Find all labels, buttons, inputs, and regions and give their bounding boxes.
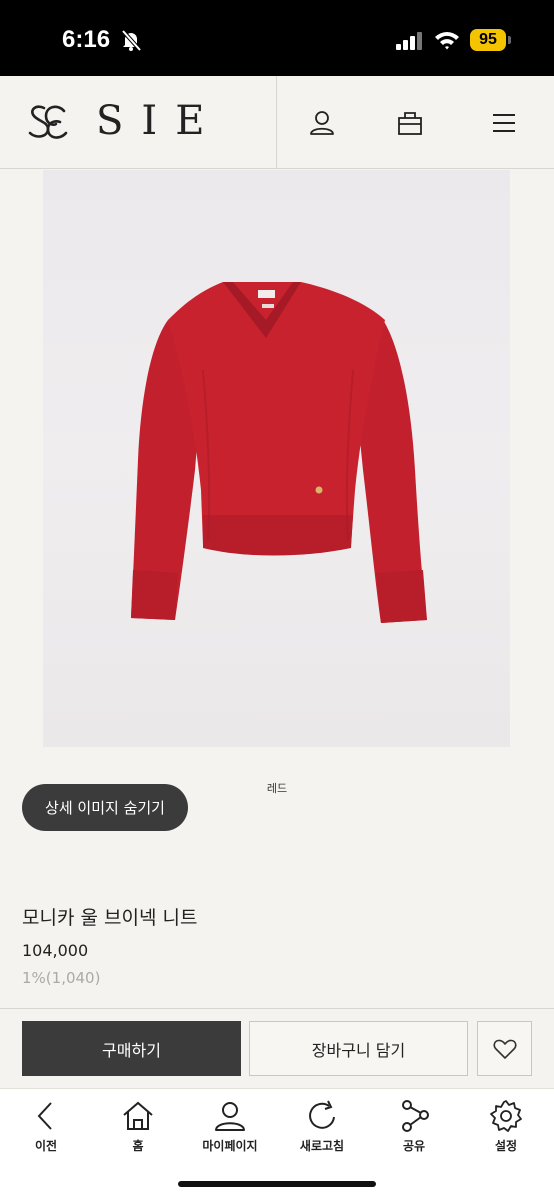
- status-bar: 6:16 95: [0, 0, 554, 76]
- refresh-icon: [309, 1100, 335, 1129]
- menu-icon[interactable]: [491, 110, 517, 136]
- bag-icon[interactable]: [397, 110, 423, 136]
- nav-label: 공유: [402, 1139, 426, 1153]
- nav-item-settings[interactable]: 설정: [460, 1099, 552, 1154]
- product-image[interactable]: [43, 170, 510, 747]
- nav-label: 설정: [494, 1139, 518, 1153]
- user-icon: [215, 1102, 245, 1131]
- status-time: 6:16: [62, 26, 111, 53]
- nav-label: 새로고침: [299, 1139, 345, 1153]
- site-header: SIE: [0, 76, 554, 169]
- nav-item-refresh[interactable]: 새로고침: [276, 1099, 368, 1154]
- user-icon[interactable]: [309, 110, 335, 136]
- home-indicator[interactable]: [178, 1181, 376, 1187]
- wifi-icon: [435, 32, 459, 50]
- nav-label: 마이페이지: [202, 1139, 258, 1153]
- brand-logo-text[interactable]: SIE: [96, 98, 222, 144]
- bell-slash-icon: [121, 29, 142, 51]
- header-divider: [276, 76, 277, 168]
- signal-icon: [396, 32, 422, 50]
- product-points: 1%(1,040): [22, 969, 101, 987]
- gear-icon: [490, 1100, 522, 1132]
- nav-item-back[interactable]: 이전: [0, 1099, 92, 1154]
- battery-tip: [508, 36, 511, 44]
- nav-item-mypage[interactable]: 마이페이지: [184, 1099, 276, 1154]
- product-name: 모니카 울 브이넥 니트: [22, 907, 198, 929]
- add-to-cart-button[interactable]: 장바구니 담기: [249, 1021, 468, 1076]
- sweater-illustration: [131, 282, 427, 623]
- nav-item-home[interactable]: 홈: [92, 1099, 184, 1154]
- sweater-shape: [131, 282, 427, 623]
- brand-logo-icon[interactable]: [26, 102, 70, 142]
- action-divider: [0, 1008, 554, 1009]
- nav-item-share[interactable]: 공유: [368, 1099, 460, 1154]
- home-icon: [123, 1101, 153, 1130]
- share-icon: [402, 1100, 429, 1132]
- hide-detail-images-button[interactable]: 상세 이미지 숨기기: [22, 784, 188, 831]
- product-price: 104,000: [22, 941, 89, 960]
- battery-indicator: 95: [470, 29, 506, 51]
- nav-label: 이전: [34, 1139, 58, 1153]
- nav-label: 홈: [132, 1139, 144, 1153]
- buy-button[interactable]: 구매하기: [22, 1021, 241, 1076]
- heart-icon: [492, 1039, 517, 1059]
- wishlist-button[interactable]: [477, 1021, 532, 1076]
- back-icon: [37, 1102, 52, 1130]
